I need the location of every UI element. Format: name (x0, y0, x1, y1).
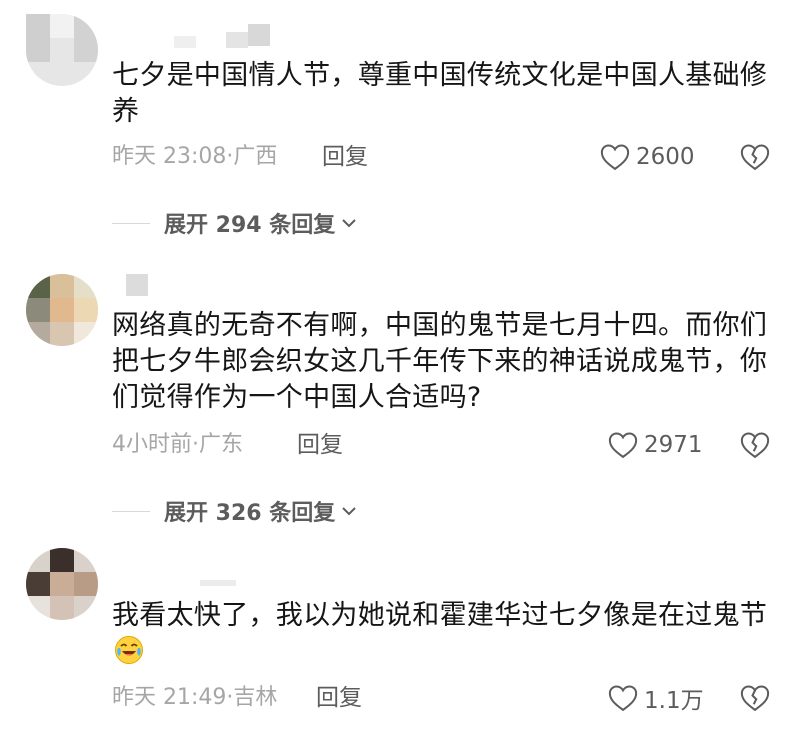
like-button[interactable]: 2971 (608, 430, 703, 460)
comment-text: 网络真的无奇不有啊，中国的鬼节是七月十四。而你们把七夕牛郎会织女这几千年传下来的… (112, 310, 768, 413)
broken-heart-icon[interactable] (740, 683, 770, 713)
comment-time-location: 昨天 23:08·广西 (112, 144, 278, 169)
comment-time-location: 4小时前·广东 (112, 432, 243, 457)
like-count: 2600 (636, 144, 695, 170)
divider (112, 222, 150, 224)
comment-text: 七夕是中国情人节，尊重中国传统文化是中国人基础修养 (112, 60, 768, 127)
chevron-down-icon (342, 219, 356, 228)
heart-outline-icon (608, 432, 638, 459)
expand-replies-label: 展开 326 条回复 (164, 501, 336, 526)
like-button[interactable]: 1.1万 (608, 683, 704, 714)
comment-time-location: 昨天 21:49·吉林 (112, 685, 278, 710)
avatar[interactable] (26, 548, 98, 620)
like-count: 1.1万 (644, 688, 704, 714)
like-count: 2971 (644, 432, 703, 458)
divider (112, 510, 150, 512)
expand-replies-button[interactable]: 展开 294 条回复 (112, 208, 359, 238)
broken-heart-icon[interactable] (740, 430, 770, 460)
reply-button[interactable]: 回复 (297, 431, 343, 459)
reply-button[interactable]: 回复 (322, 143, 368, 171)
like-button[interactable]: 2600 (600, 142, 695, 172)
broken-heart-icon[interactable] (740, 142, 770, 172)
avatar[interactable] (26, 14, 98, 86)
reply-button[interactable]: 回复 (316, 684, 362, 712)
expand-replies-label: 展开 294 条回复 (164, 213, 336, 238)
heart-outline-icon (600, 144, 630, 171)
heart-outline-icon (608, 685, 638, 712)
expand-replies-button[interactable]: 展开 326 条回复 (112, 496, 359, 526)
laughing-crying-emoji-icon (115, 636, 143, 664)
comment-text: 我看太快了，我以为她说和霍建华过七夕像是在过鬼节 (112, 598, 772, 670)
chevron-down-icon (342, 507, 356, 516)
avatar[interactable] (26, 274, 98, 346)
comment-text-content: 我看太快了，我以为她说和霍建华过七夕像是在过鬼节 (112, 600, 768, 631)
